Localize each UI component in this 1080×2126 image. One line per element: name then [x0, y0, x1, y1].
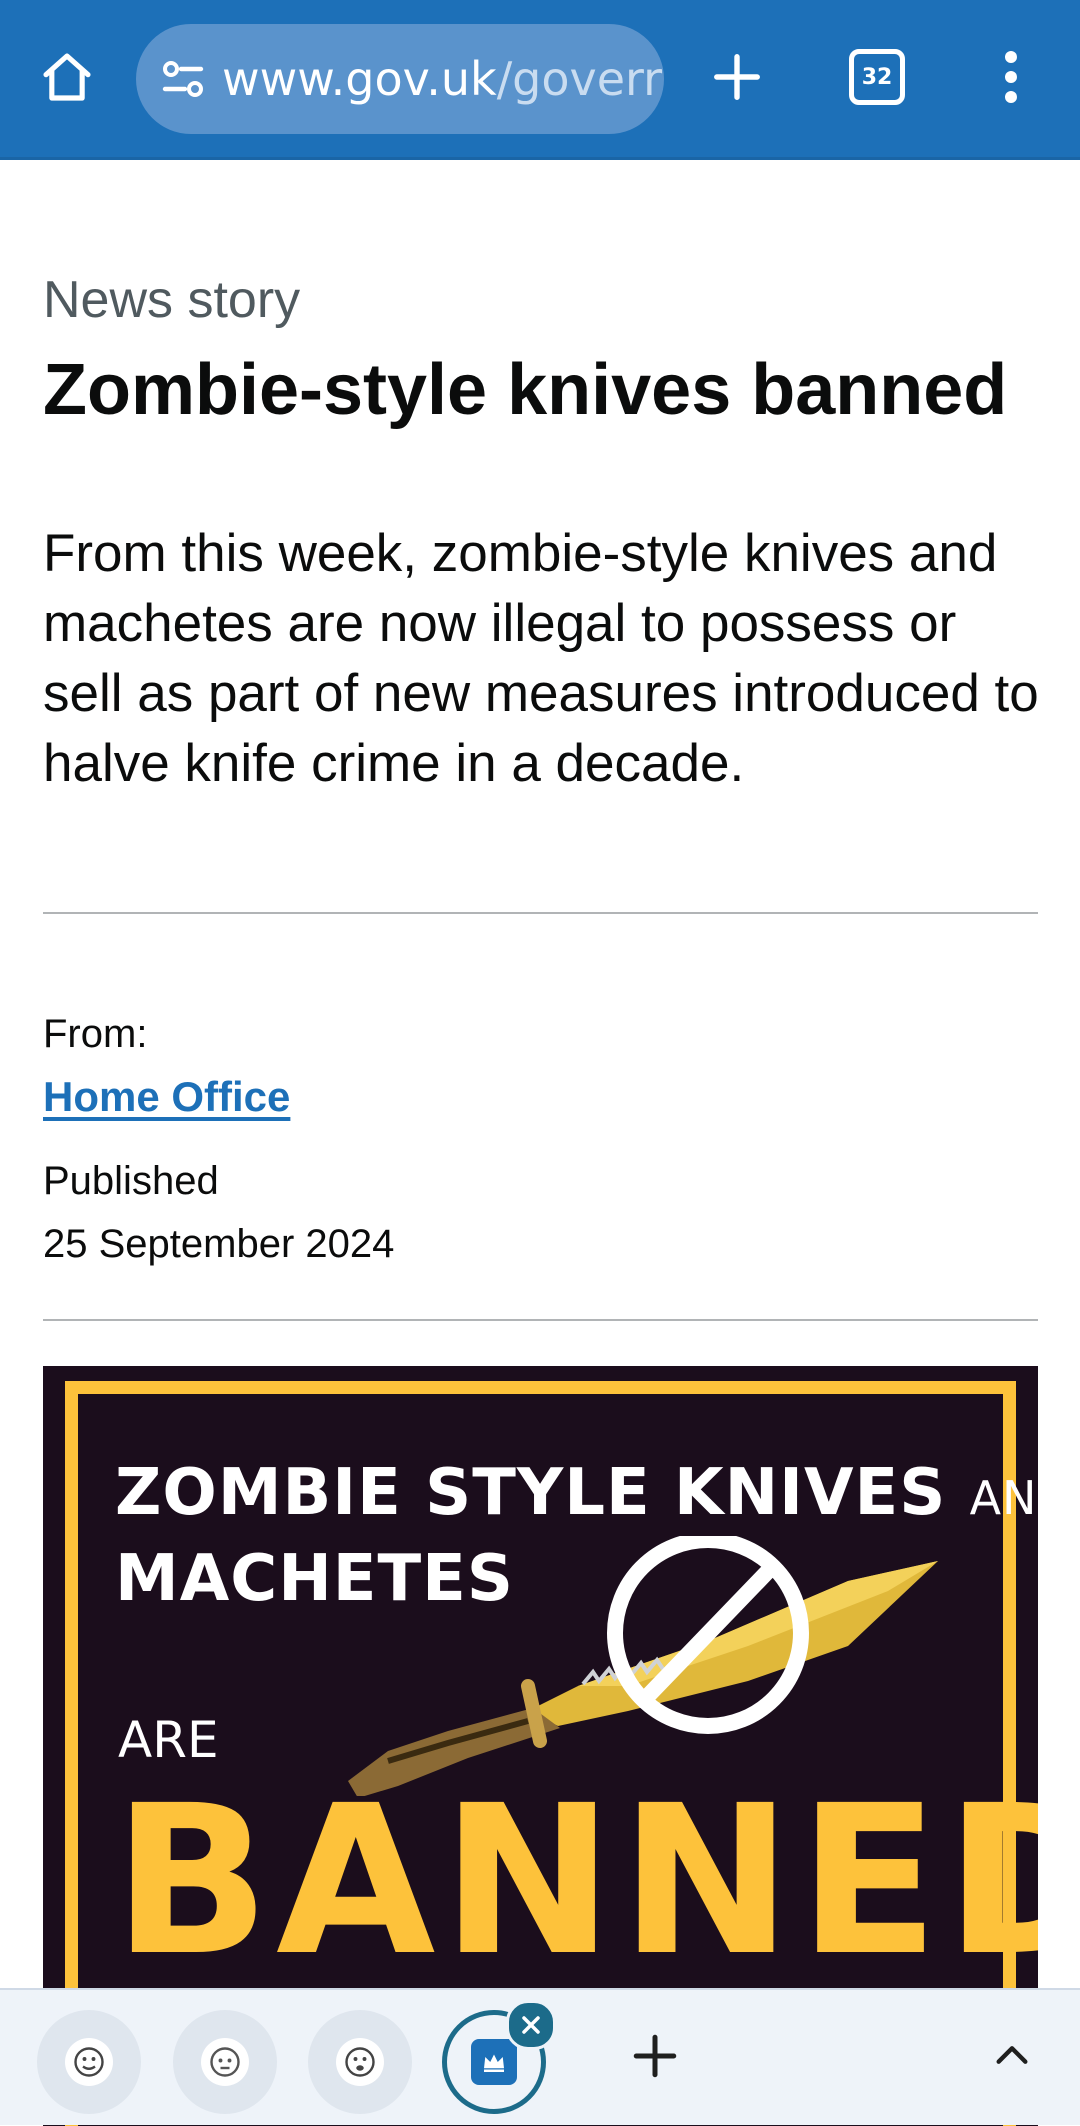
knife-prohibited-icon — [348, 1536, 938, 1796]
url-host: www.gov.uk — [222, 52, 497, 106]
tab-thumbnail[interactable] — [173, 2010, 277, 2114]
chevron-up-icon — [996, 2046, 1028, 2064]
tab-strip-new-tab-button[interactable] — [620, 2016, 690, 2096]
site-settings-icon[interactable] — [154, 50, 212, 108]
plus-icon — [633, 2034, 677, 2078]
expand-tab-strip-button[interactable] — [982, 2020, 1042, 2090]
url-text: www.gov.uk/goverr — [222, 52, 662, 106]
home-icon — [43, 53, 91, 101]
page-title: Zombie-style knives banned — [43, 350, 1008, 430]
tab-thumbnail[interactable] — [37, 2010, 141, 2114]
divider — [43, 912, 1038, 914]
article-caption: News story — [43, 271, 301, 329]
face-icon — [201, 2038, 249, 2086]
banner-line1: ZOMBIE STYLE KNIVES AND — [115, 1456, 1038, 1530]
banner-and: AND — [969, 1471, 1038, 1525]
new-tab-button[interactable] — [692, 22, 782, 132]
browser-menu-button[interactable] — [966, 22, 1056, 132]
plus-icon — [714, 54, 760, 100]
browser-toolbar: www.gov.uk/goverr 32 — [0, 0, 1080, 160]
published-date: 25 September 2024 — [43, 1222, 395, 1266]
home-button[interactable] — [22, 22, 112, 132]
from-label: From: — [43, 1012, 148, 1056]
home-office-link[interactable]: Home Office — [43, 1070, 290, 1124]
article-lead: From this week, zombie-style knives and … — [43, 524, 1039, 793]
tab-switcher-button[interactable]: 32 — [832, 22, 922, 132]
close-icon — [522, 2016, 540, 2034]
published-label: Published — [43, 1159, 219, 1203]
banner-line1-text: ZOMBIE STYLE KNIVES — [115, 1456, 947, 1530]
more-vert-icon — [1005, 51, 1017, 103]
banner-banned: BANNED — [113, 1761, 1038, 2001]
crown-icon — [471, 2039, 517, 2085]
divider — [43, 1319, 1038, 1321]
url-path: /goverr — [496, 52, 663, 106]
address-bar[interactable]: www.gov.uk/goverr — [136, 24, 664, 134]
close-tab-button[interactable] — [506, 2000, 556, 2050]
face-icon — [65, 2038, 113, 2086]
tab-count: 32 — [849, 49, 905, 105]
tab-thumbnail[interactable] — [308, 2010, 412, 2114]
face-icon — [336, 2038, 384, 2086]
